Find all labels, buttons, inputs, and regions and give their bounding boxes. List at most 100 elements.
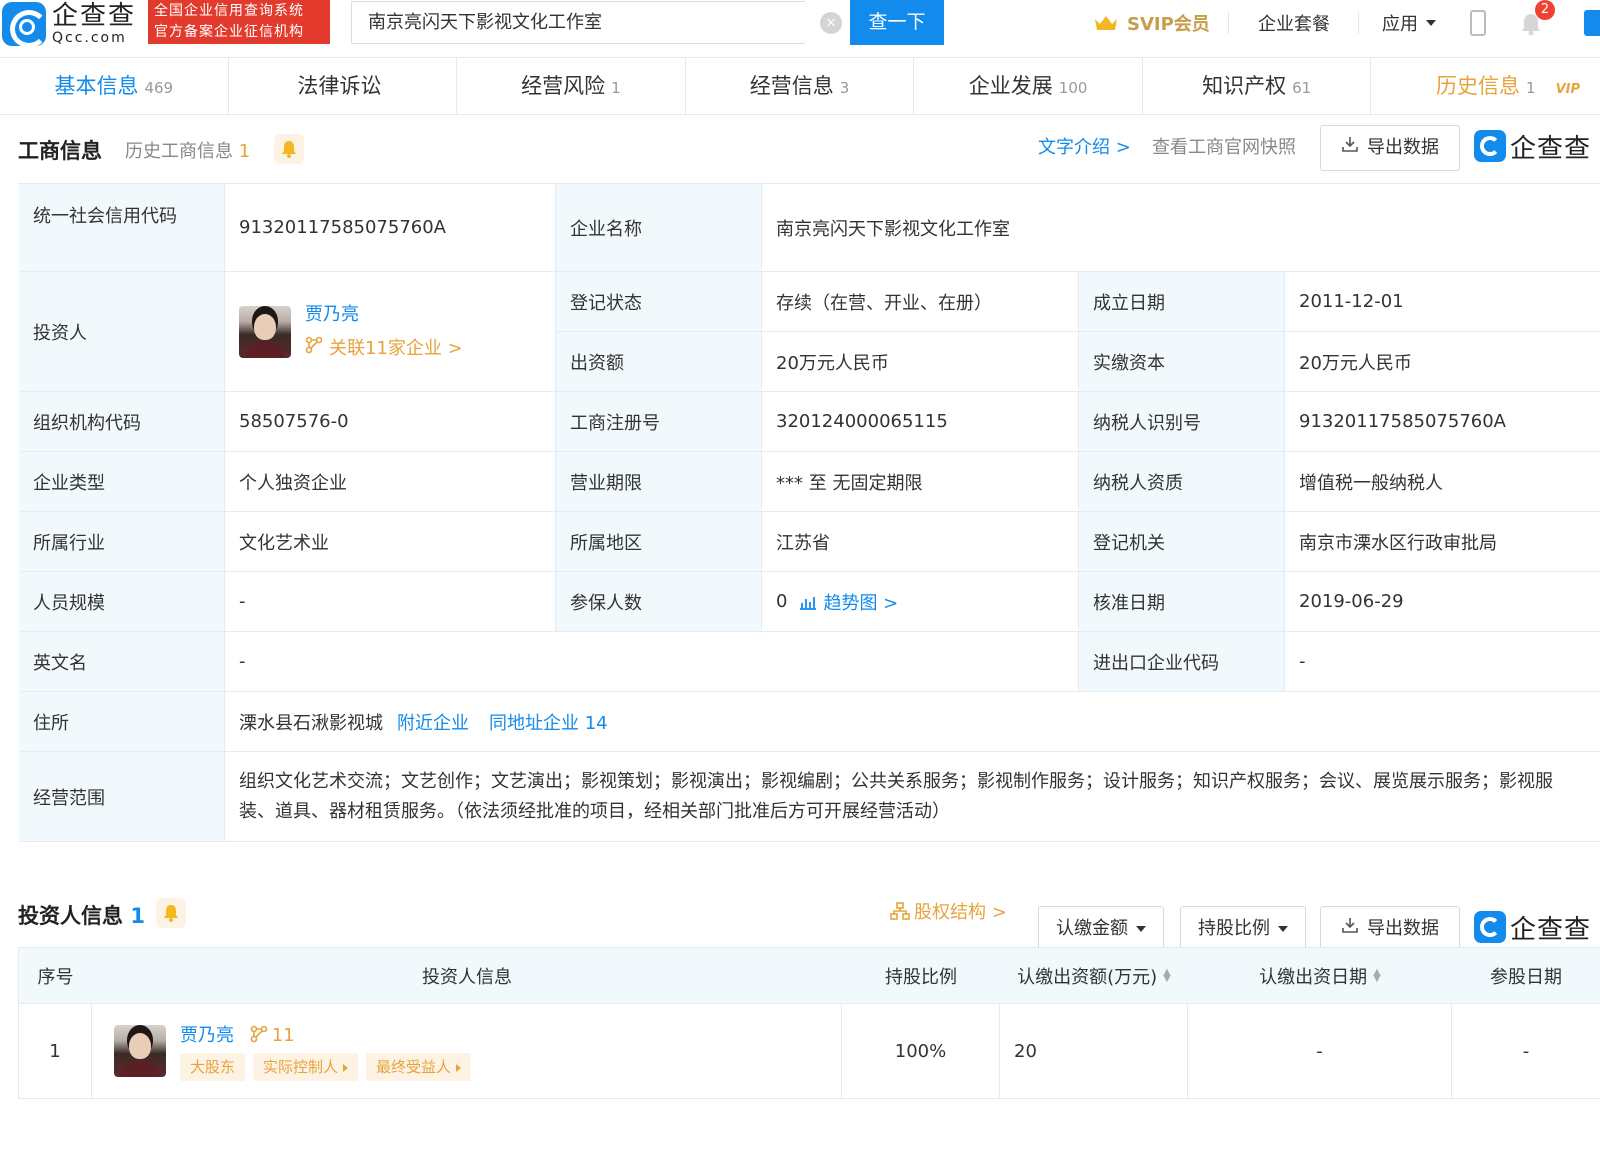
- package-link[interactable]: 企业套餐: [1258, 0, 1330, 45]
- chevron-down-icon: [1278, 926, 1288, 932]
- related-companies-link[interactable]: 关联11家企业 >: [305, 332, 463, 366]
- insured-cell: 0 趋势图 >: [762, 572, 1079, 632]
- reg-no-value: 320124000065115: [762, 392, 1079, 452]
- user-avatar[interactable]: [1584, 10, 1600, 36]
- col-investor: 投资人信息: [92, 947, 842, 1004]
- sort-icon: ▲ ▼: [1163, 966, 1171, 984]
- industry-value: 文化艺术业: [225, 512, 556, 572]
- paid-capital-label: 实缴资本: [1079, 332, 1285, 392]
- tax-quality-label: 纳税人资质: [1079, 452, 1285, 512]
- investor-name-link[interactable]: 贾乃亮: [305, 298, 463, 332]
- sort-icon: ▲ ▼: [1373, 966, 1381, 984]
- related-companies-link[interactable]: 11: [250, 1025, 295, 1046]
- amount-filter-dropdown[interactable]: 认缴金额: [1038, 906, 1164, 952]
- export-button[interactable]: 导出数据: [1320, 906, 1460, 952]
- avatar[interactable]: [239, 305, 291, 358]
- section-title-business: 工商信息: [18, 139, 102, 163]
- insured-label: 参保人数: [556, 572, 762, 632]
- col-date[interactable]: 认缴出资日期 ▲ ▼: [1188, 947, 1452, 1004]
- row-index: 1: [18, 1004, 92, 1099]
- investor-name-link[interactable]: 贾乃亮: [180, 1025, 234, 1046]
- snapshot-link[interactable]: 查看工商官网快照: [1152, 133, 1296, 159]
- col-ratio: 持股比例: [842, 947, 1000, 1004]
- scope-value: 组织文化艺术交流；文艺创作；文艺演出；影视策划；影视演出；影视编剧；公共关系服务…: [225, 752, 1600, 842]
- ratio-filter-dropdown[interactable]: 持股比例: [1180, 906, 1306, 952]
- credit-code-label: 统一社会信用代码: [19, 184, 225, 272]
- approve-date-label: 核准日期: [1079, 572, 1285, 632]
- text-intro-link[interactable]: 文字介绍 >: [1038, 133, 1131, 159]
- region-value: 江苏省: [762, 512, 1079, 572]
- tab-ip[interactable]: 知识产权 61: [1143, 58, 1372, 114]
- reg-no-label: 工商注册号: [556, 392, 762, 452]
- chevron-down-icon: [1426, 19, 1436, 26]
- qcc-watermark: 企查查: [1474, 126, 1591, 166]
- tab-risk[interactable]: 经营风险 1: [457, 58, 686, 114]
- crown-icon: [1093, 14, 1119, 32]
- col-amount[interactable]: 认缴出资额(万元) ▲ ▼: [1000, 947, 1188, 1004]
- phone-icon[interactable]: [1470, 10, 1486, 36]
- relation-icon: [250, 1025, 272, 1046]
- tab-operation[interactable]: 经营信息 3: [686, 58, 915, 114]
- clear-icon[interactable]: ×: [820, 12, 842, 34]
- scope-label: 经营范围: [19, 752, 225, 842]
- tab-basic-info[interactable]: 基本信息 469: [0, 58, 229, 114]
- table-row-investor: 贾乃亮 11 大股东 实际控制人 最终受益人: [92, 1004, 842, 1099]
- notification-badge: 2: [1535, 0, 1555, 20]
- credit-code-value: 91320117585075760A: [225, 184, 556, 272]
- top-header: 企查查 Qcc.com 全国企业信用查询系统 官方备案企业征信机构 南京亮闪天下…: [0, 0, 1600, 58]
- company-name-value: 南京亮闪天下影视文化工作室: [762, 184, 1600, 272]
- qcc-logo-icon: [1474, 130, 1506, 162]
- official-badge: 全国企业信用查询系统 官方备案企业征信机构: [148, 0, 330, 44]
- col-index: 序号: [18, 947, 92, 1004]
- row-amount: 20: [1000, 1004, 1188, 1099]
- business-info-table: 统一社会信用代码 91320117585075760A 企业名称 南京亮闪天下影…: [18, 183, 1600, 842]
- divider: [1358, 12, 1359, 34]
- investor-cell: 贾乃亮 关联11家企业 >: [225, 272, 556, 392]
- tax-id-value: 91320117585075760A: [1285, 392, 1600, 452]
- english-name-value: -: [225, 632, 1079, 692]
- vip-badge: VIP: [1555, 82, 1581, 97]
- qcc-logo[interactable]: 企查查 Qcc.com: [0, 0, 136, 48]
- app-label: 应用: [1382, 13, 1418, 35]
- tab-legal[interactable]: 法律诉讼: [229, 58, 458, 114]
- tag-ultimate-beneficiary[interactable]: 最终受益人: [366, 1053, 472, 1081]
- bell-icon[interactable]: [156, 898, 186, 928]
- badge-line-1: 全国企业信用查询系统: [154, 3, 304, 19]
- badge-line-2: 官方备案企业征信机构: [154, 24, 304, 40]
- status-label: 登记状态: [556, 272, 762, 332]
- org-code-label: 组织机构代码: [19, 392, 225, 452]
- caret-right-icon: [343, 1063, 349, 1072]
- address-value: 溧水县石湫影视城: [239, 712, 383, 734]
- term-label: 营业期限: [556, 452, 762, 512]
- avatar[interactable]: [114, 1025, 166, 1077]
- bell-icon[interactable]: [274, 134, 304, 164]
- org-chart-icon: [890, 902, 914, 923]
- trend-chart-link[interactable]: 趋势图 >: [799, 589, 898, 615]
- nearby-companies-link[interactable]: 附近企业: [397, 709, 469, 735]
- app-menu[interactable]: 应用: [1382, 0, 1436, 45]
- approve-date-value: 2019-06-29: [1285, 572, 1600, 632]
- chart-icon: [799, 593, 823, 614]
- tab-development[interactable]: 企业发展 100: [914, 58, 1143, 114]
- search-input[interactable]: 南京亮闪天下影视文化工作室: [351, 1, 805, 44]
- capital-label: 出资额: [556, 332, 762, 392]
- staff-label: 人员规模: [19, 572, 225, 632]
- address-cell: 溧水县石湫影视城 附近企业 同地址企业 14: [225, 692, 1600, 752]
- row-ratio: 100%: [842, 1004, 1000, 1099]
- search-button[interactable]: 查一下: [850, 0, 944, 45]
- export-button[interactable]: 导出数据: [1320, 125, 1460, 171]
- svip-link[interactable]: SVIP会员: [1093, 0, 1210, 45]
- investor-label: 投资人: [19, 272, 225, 392]
- tag-actual-controller[interactable]: 实际控制人: [253, 1053, 359, 1081]
- history-business-link[interactable]: 历史工商信息 1: [125, 137, 250, 163]
- same-address-link[interactable]: 同地址企业 14: [489, 709, 608, 735]
- type-label: 企业类型: [19, 452, 225, 512]
- equity-structure-link[interactable]: 股权结构 >: [890, 898, 1007, 924]
- tab-history[interactable]: 历史信息 1 VIP: [1371, 58, 1600, 114]
- download-icon: [1341, 126, 1359, 170]
- main-tabs: 基本信息 469 法律诉讼 经营风险 1 经营信息 3 企业发展 100 知识产权 61 …: [0, 58, 1600, 115]
- row-join-date: -: [1452, 1004, 1600, 1099]
- col-join-date: 参股日期: [1452, 947, 1600, 1004]
- company-name-label: 企业名称: [556, 184, 762, 272]
- paid-capital-value: 20万元人民币: [1285, 332, 1600, 392]
